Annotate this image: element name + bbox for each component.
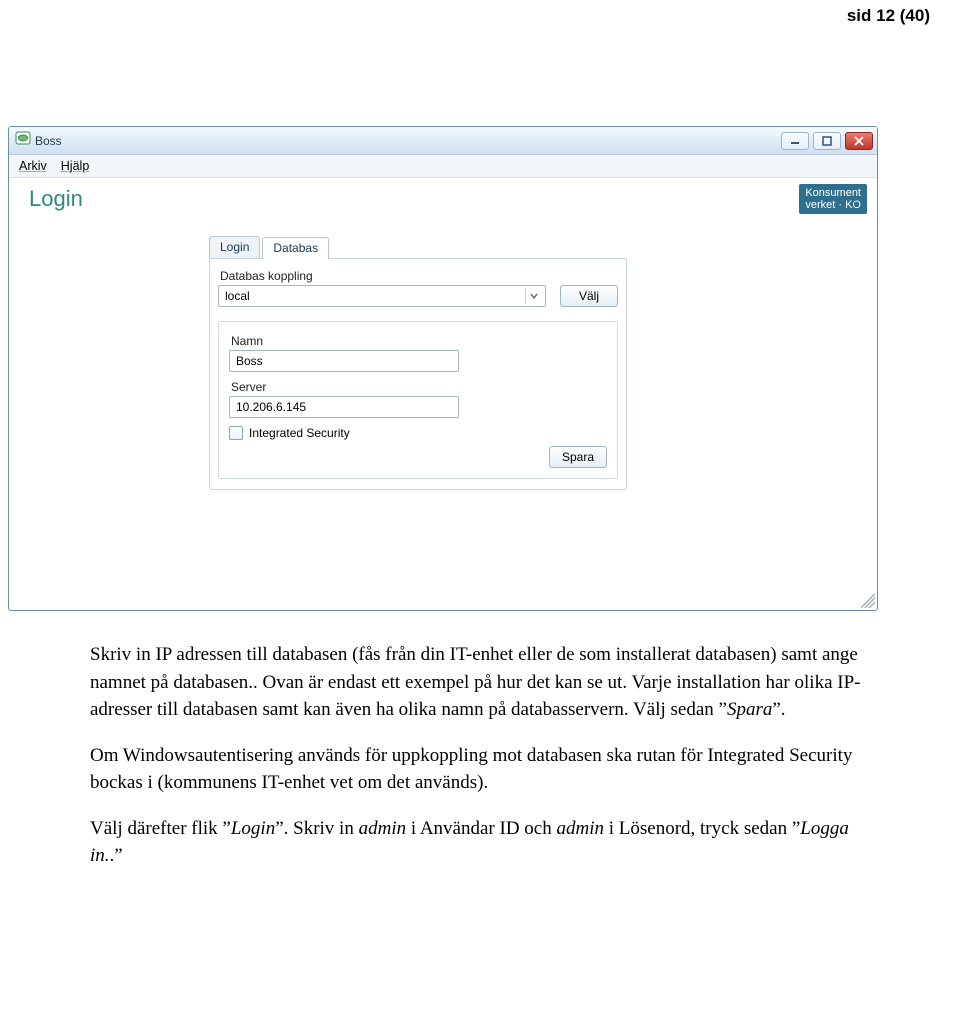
menu-arkiv[interactable]: Arkiv [19,159,47,173]
text: ”. [772,699,785,720]
konsumentverket-badge: Konsument verket · KO [799,184,867,214]
page-title: Login [29,186,83,212]
text-em: Spara [727,699,772,720]
tab-login[interactable]: Login [209,236,260,258]
tab-databas[interactable]: Databas [262,237,329,259]
menubar: Arkiv Hjälp [9,155,877,178]
valj-button[interactable]: Välj [560,285,618,307]
text: i Lösenord, tryck sedan ” [604,818,800,839]
titlebar[interactable]: Boss [9,127,877,155]
text: i Användar ID och [406,818,556,839]
close-button[interactable] [845,132,873,150]
text-em: Login [231,818,275,839]
integrated-security-label: Integrated Security [249,426,350,440]
page-number: sid 12 (40) [0,0,960,26]
chevron-down-icon [525,288,541,304]
resize-grip-icon[interactable] [861,594,875,608]
menu-hjalp[interactable]: Hjälp [61,159,90,173]
databas-panel: Databas koppling local Välj Namn Boss Se… [209,258,627,490]
app-icon [15,130,31,151]
tab-bar: Login Databas [209,236,877,258]
badge-line2: verket · KO [805,199,861,211]
minimize-button[interactable] [781,132,809,150]
koppling-label: Databas koppling [220,269,616,283]
window-title: Boss [35,134,777,148]
koppling-dropdown[interactable]: local [218,285,546,307]
namn-label: Namn [231,334,605,348]
server-label: Server [231,380,605,394]
text: .” [110,845,123,866]
server-field[interactable]: 10.206.6.145 [229,396,459,418]
text-em: admin [359,818,407,839]
namn-field[interactable]: Boss [229,350,459,372]
connection-details: Namn Boss Server 10.206.6.145 Integrated… [218,321,618,479]
text: ”. Skriv in [275,818,358,839]
spara-button[interactable]: Spara [549,446,607,468]
maximize-button[interactable] [813,132,841,150]
text: Om Windowsautentisering används för uppk… [90,742,870,797]
koppling-value: local [225,289,250,303]
instruction-text: Skriv in IP adressen till databasen (fås… [0,611,960,928]
badge-line1: Konsument [805,187,861,199]
text: Välj därefter flik ” [90,818,231,839]
app-window: Boss Arkiv Hjälp Login Konsument verket … [8,126,878,611]
text-em: admin [556,818,604,839]
integrated-security-checkbox[interactable] [229,426,243,440]
